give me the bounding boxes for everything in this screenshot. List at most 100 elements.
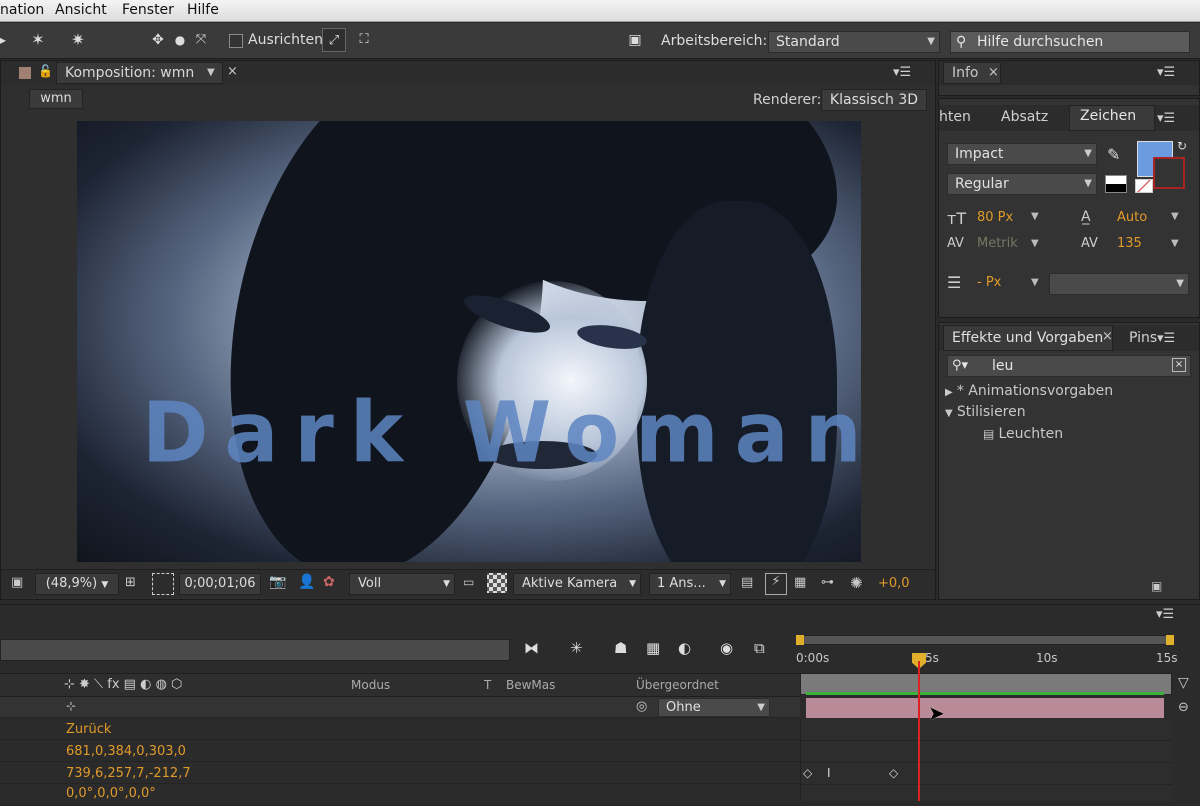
magnification-dropdown[interactable]: (48,9%) ▼ [35,573,119,595]
tab-character[interactable]: Zeichen [1069,105,1155,131]
menu-item-help[interactable]: Hilfe [187,2,219,18]
shy-switch-icon[interactable]: ⊹ [66,699,76,713]
swap-colors-icon[interactable]: ↻ [1177,139,1187,153]
puppet-pin-tool-icon[interactable]: ✶ [24,28,52,52]
axis-view-icon[interactable]: ⤧ [192,28,210,52]
column-track-matte[interactable]: BewMas [506,678,555,692]
column-mode[interactable]: Modus [351,678,390,692]
font-style-dropdown[interactable]: Regular ▼ [947,173,1097,195]
stroke-color-swatch[interactable] [1153,157,1185,189]
kerning-value[interactable]: Metrik [977,236,1018,251]
work-area-start-handle[interactable] [796,635,804,645]
panel-menu-icon[interactable]: ▾☰ [1156,607,1174,622]
keyframe-area[interactable]: Ι Ι ◇ Ι ◇ Ι Ι [800,719,1173,802]
fast-previews-icon[interactable]: ⚡ [765,573,787,595]
axis-world-icon[interactable]: ● [172,28,188,52]
eyedropper-icon[interactable]: ✎ [1107,145,1120,164]
current-time-display[interactable]: 0;00;01;06 [179,573,261,595]
panel-menu-icon[interactable]: ▾☰ [893,65,911,80]
motion-blur-icon[interactable]: ◐ [678,639,691,657]
layer-lock-icon[interactable]: ⊖ [1178,700,1189,715]
work-area-end-handle[interactable] [1166,635,1174,645]
breadcrumb[interactable]: wmn [29,89,83,109]
timeline-search-input[interactable] [0,639,510,661]
table-row[interactable]: ⊹ ◎ Ohne ▼ [0,697,800,718]
workspace-icon[interactable]: ▣ [621,28,649,52]
view-layout-dropdown[interactable]: 1 Ans... ▼ [649,573,731,595]
toggle-pixel-aspect-icon[interactable]: ▤ [741,575,753,590]
align-checkbox[interactable] [229,34,243,48]
graph-editor-icon[interactable]: ⧉ [754,639,765,657]
lock-icon[interactable]: 🔓 [38,64,53,78]
brainstorm-icon[interactable]: ◉ [720,639,733,657]
chevron-down-icon[interactable]: ▼ [1031,277,1039,288]
panel-menu-icon[interactable]: ▾☰ [1157,65,1175,80]
camera-snapshot-icon[interactable]: 📷 [269,574,286,590]
panel-menu-icon[interactable]: ▾☰ [1157,111,1175,126]
keyframe-diamond-icon[interactable]: ◇ [803,766,812,780]
property-value[interactable]: Zurück [66,722,111,737]
draft-3d-icon[interactable]: ✳ [570,639,583,657]
help-search-input[interactable]: ⚲ Hilfe durchsuchen [950,31,1190,53]
black-white-swatch[interactable] [1105,175,1127,193]
leading-value[interactable]: Auto [1117,210,1147,225]
exposure-icon[interactable]: ✺ [850,574,863,592]
close-icon[interactable]: × [988,65,999,80]
safe-margins-icon[interactable]: ⊞ [125,575,136,590]
property-value[interactable]: 0,0°,0,0°,0,0° [66,786,156,801]
region-of-interest-icon[interactable] [152,573,174,595]
always-preview-icon[interactable]: ▣ [11,575,23,590]
tab-paragraph[interactable]: Absatz [1001,105,1048,129]
tab-pins[interactable]: Pins [1129,326,1157,350]
no-fill-icon[interactable] [1135,179,1153,193]
flowchart-icon[interactable]: ⊶ [821,575,834,590]
close-icon[interactable]: × [1102,329,1113,344]
fast-preview-icon[interactable]: ▭ [463,575,474,589]
composition-viewer[interactable]: Dark Woman [77,121,861,562]
font-family-dropdown[interactable]: Impact ▼ [947,143,1097,165]
panel-menu-icon[interactable]: ▾☰ [1157,331,1175,346]
active-camera-dropdown[interactable]: Aktive Kamera ▼ [513,573,641,595]
snap-icon[interactable]: ⤢ [322,28,346,52]
stroke-width-value[interactable]: - Px [977,275,1001,290]
work-area-bar[interactable] [800,635,1172,645]
pick-whip-icon[interactable]: ◎ [636,699,647,714]
menu-item-window[interactable]: Fenster [122,2,174,18]
tool-arrow-icon[interactable]: ▸ [0,28,10,52]
chevron-down-icon[interactable]: ▼ [207,67,215,78]
tree-item-stylize[interactable]: ▼ Stilisieren [945,404,1175,424]
menu-item-animation[interactable]: nation [0,2,44,18]
tab-composition[interactable]: Komposition: wmn ▼ [56,62,223,84]
tab-paragraph-styles[interactable]: hten [939,105,971,129]
puppet-overlap-tool-icon[interactable]: ✷ [64,28,92,52]
exposure-value[interactable]: +0,0 [878,576,910,591]
timeline-icon[interactable]: ▦ [794,575,806,590]
snap-grid-icon[interactable]: ⛶ [352,28,376,52]
comp-mini-flowchart-icon[interactable]: ⧓ [524,639,539,657]
chevron-down-icon[interactable]: ▼ [1171,211,1179,222]
property-value[interactable]: 739,6,257,7,-212,7 [66,766,191,781]
transparency-grid-icon[interactable] [487,573,507,593]
keyframe-hold-icon[interactable]: Ι [827,766,831,780]
tab-info[interactable]: Info × [943,62,1001,84]
layer-duration-bar[interactable] [806,698,1164,718]
parent-dropdown[interactable]: Ohne ▼ [658,698,770,717]
column-parent[interactable]: Übergeordnet [636,678,719,692]
renderer-button[interactable]: Klassisch 3D [821,89,927,111]
tree-item-glow[interactable]: ▤ Leuchten [983,426,1173,446]
chevron-down-icon[interactable]: ▼ [1171,238,1179,249]
font-size-value[interactable]: 80 Px [977,210,1013,225]
tree-item-animation-presets[interactable]: ▶ * Animationsvorgaben [945,383,1175,403]
tab-effects-presets[interactable]: Effekte und Vorgaben × [943,325,1113,351]
keyframe-diamond-icon[interactable]: ◇ [889,766,898,780]
stroke-style-dropdown[interactable]: ▼ [1049,273,1189,295]
menu-item-view[interactable]: Ansicht [55,2,107,18]
frame-blending-icon[interactable]: ▦ [646,639,660,657]
effects-search-input[interactable]: ⚲▾ leu × [947,355,1191,377]
comp-marker-bin-icon[interactable]: ▽ [1178,675,1189,691]
axis-local-icon[interactable]: ✥ [148,28,168,52]
column-preserve-transparency[interactable]: T [484,678,491,692]
channel-icon[interactable]: ✿ [323,574,335,590]
close-icon[interactable]: × [227,64,238,79]
resolution-dropdown[interactable]: Voll ▼ [349,573,455,595]
